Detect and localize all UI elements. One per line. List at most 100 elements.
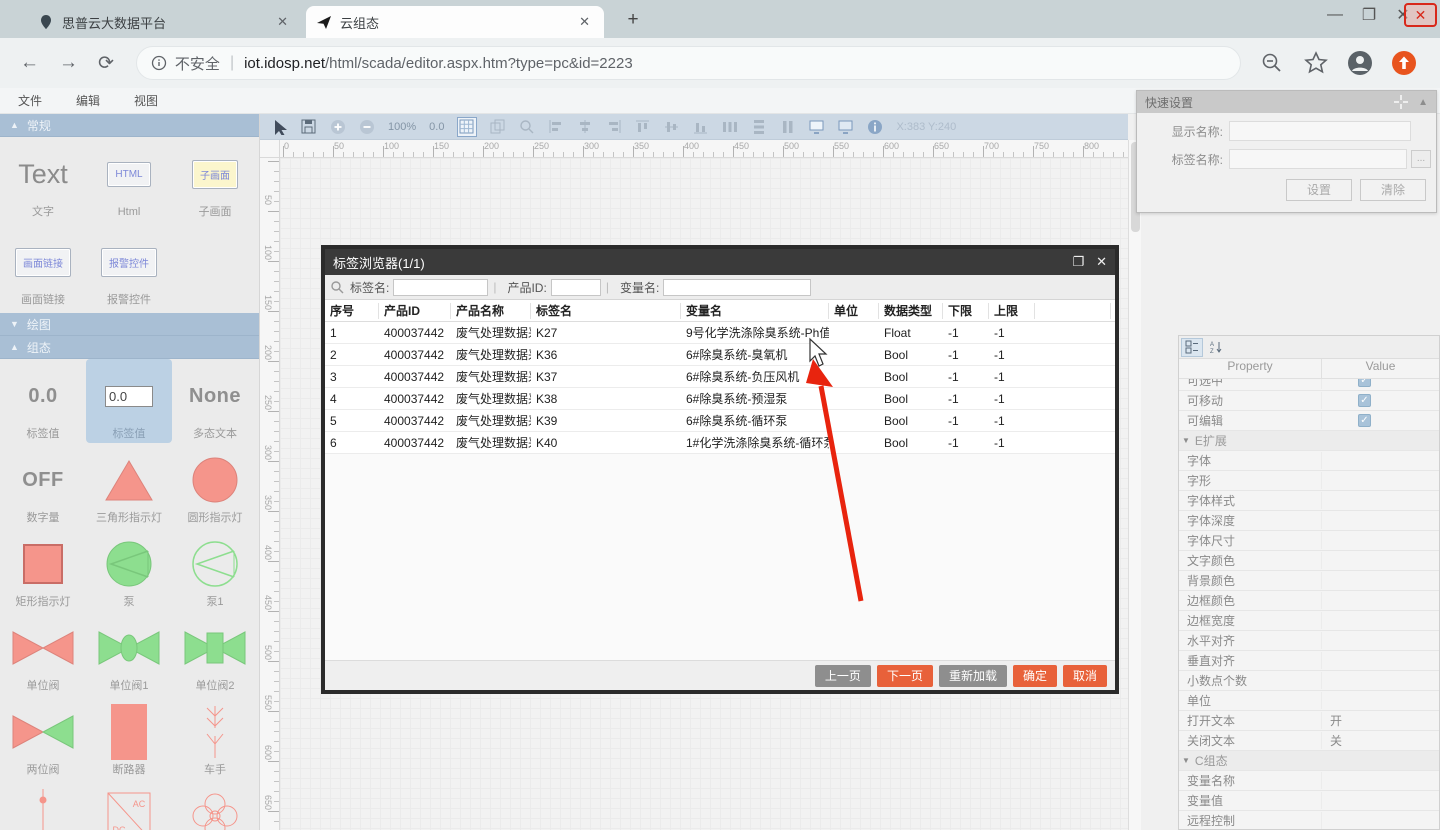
column-header[interactable]: 数据类型 <box>879 303 943 319</box>
palette-item-button[interactable]: 画面链接画面链接 <box>0 225 86 313</box>
palette-item-square[interactable]: 矩形指示灯 <box>0 527 86 611</box>
property-row[interactable]: 可编辑✓ <box>1179 411 1439 431</box>
menu-item-2[interactable]: 视图 <box>134 92 174 109</box>
property-row[interactable]: 文字颜色 <box>1179 551 1439 571</box>
pager-button[interactable]: 重新加载 <box>939 665 1007 687</box>
column-header[interactable]: 标签名 <box>531 303 681 319</box>
palette-item-text-md[interactable]: OFF数字量 <box>0 443 86 527</box>
palette-item-button[interactable]: HTMLHtml <box>86 137 172 225</box>
property-row[interactable]: 单位 <box>1179 691 1439 711</box>
palette-item-valve-red[interactable]: 单位阀 <box>0 611 86 695</box>
checkbox-icon[interactable]: ✓ <box>1358 394 1371 407</box>
pager-button[interactable]: 下一页 <box>877 665 933 687</box>
palette-item-button[interactable]: 报警控件报警控件 <box>86 225 172 313</box>
screen2-icon[interactable] <box>838 119 854 135</box>
palette-item-triangle[interactable]: 三角形指示灯 <box>86 443 172 527</box>
column-header[interactable]: 变量名 <box>681 303 829 319</box>
property-row[interactable]: 变量名称 <box>1179 771 1439 791</box>
cancel-button[interactable]: 取消 <box>1063 665 1107 687</box>
property-row[interactable]: ▼E扩展 <box>1179 431 1439 451</box>
tagname-filter-input[interactable] <box>393 279 488 296</box>
tag-name-input[interactable] <box>1229 149 1407 169</box>
palette-item-valve-green-ellipse[interactable]: 单位阀1 <box>86 611 172 695</box>
palette-item-driver[interactable]: 车手 <box>172 695 258 779</box>
palette-item-text-md[interactable]: 0.0标签值 <box>0 359 86 443</box>
property-row[interactable]: 背景颜色 <box>1179 571 1439 591</box>
screen-icon[interactable] <box>809 119 825 135</box>
menu-item-0[interactable]: 文件 <box>18 92 58 109</box>
column-header[interactable]: 产品名称 <box>451 303 531 319</box>
column-header[interactable]: 单位 <box>829 303 879 319</box>
dock-icon[interactable] <box>1394 95 1408 109</box>
palette-item-knife[interactable]: 刀闸 <box>0 779 86 830</box>
property-row[interactable]: 变量值 <box>1179 791 1439 811</box>
palette-item-valve-two[interactable]: 两位阀 <box>0 695 86 779</box>
url-omnibox[interactable]: 不安全 | iot.idosp.net/html/scada/editor.as… <box>136 46 1241 80</box>
grid-icon[interactable] <box>457 117 477 137</box>
table-row[interactable]: 1400037442废气处理数据采K279号化学洗涤除臭系统-Ph值Float-… <box>325 322 1115 344</box>
column-header[interactable]: 序号 <box>325 303 379 319</box>
reload-icon[interactable]: ⟳ <box>98 52 114 75</box>
property-row[interactable]: 垂直对齐 <box>1179 651 1439 671</box>
table-row[interactable]: 2400037442废气处理数据采K366#除臭系统-臭氧机Bool-1-1 <box>325 344 1115 366</box>
group-arrow-icon[interactable]: ▼ <box>1182 756 1190 765</box>
maximize-icon[interactable]: ❐ <box>1072 254 1084 270</box>
tab-close-icon[interactable]: ✕ <box>575 12 594 32</box>
section-header-general[interactable]: ▲常规 <box>0 114 259 137</box>
display-name-input[interactable] <box>1229 121 1411 141</box>
column-header[interactable]: 产品ID <box>379 303 451 319</box>
property-row[interactable]: 远程控制 <box>1179 811 1439 830</box>
window-minimize-button[interactable]: — <box>1318 0 1352 30</box>
property-row[interactable]: 关闭文本关 <box>1179 731 1439 751</box>
table-row[interactable]: 6400037442废气处理数据采K401#化学洗涤除臭系统-循环泵Bool-1… <box>325 432 1115 454</box>
property-row[interactable]: ▼C组态 <box>1179 751 1439 771</box>
property-row[interactable]: 可选中✓ <box>1179 379 1439 391</box>
column-header[interactable]: 上限 <box>989 303 1035 319</box>
property-value[interactable]: ✓ <box>1322 394 1439 407</box>
pager-button[interactable]: 上一页 <box>815 665 871 687</box>
cursor-icon[interactable] <box>272 119 288 135</box>
sort-az-icon[interactable]: AZ <box>1205 338 1227 357</box>
menu-item-1[interactable]: 编辑 <box>76 92 116 109</box>
new-tab-button[interactable]: + <box>620 8 646 34</box>
checkbox-icon[interactable]: ✓ <box>1358 379 1371 387</box>
group-arrow-icon[interactable]: ▼ <box>1182 436 1190 445</box>
checkbox-icon[interactable]: ✓ <box>1358 414 1371 427</box>
zoom-out-page-icon[interactable] <box>1259 50 1285 76</box>
palette-item-pump-outline[interactable]: 泵1 <box>172 527 258 611</box>
property-row[interactable]: 水平对齐 <box>1179 631 1439 651</box>
section-header-scada[interactable]: ▲组态 <box>0 336 259 359</box>
column-header[interactable] <box>1035 303 1111 319</box>
palette-item-text-lg[interactable]: Text文字 <box>0 137 86 225</box>
tab-cloud-scada[interactable]: 云组态 ✕ <box>306 6 604 38</box>
property-value[interactable]: 开 <box>1322 712 1439 729</box>
confirm-button[interactable]: 确定 <box>1013 665 1057 687</box>
canvas-scrollbar[interactable] <box>1128 140 1141 830</box>
property-value[interactable]: ✓ <box>1322 379 1439 387</box>
property-row[interactable]: 边框宽度 <box>1179 611 1439 631</box>
property-row[interactable]: 可移动✓ <box>1179 391 1439 411</box>
palette-item-tagval-box[interactable]: 0.0标签值 <box>86 359 172 443</box>
property-row[interactable]: 字体 <box>1179 451 1439 471</box>
quick-settings-header[interactable]: 快速设置 ▲ <box>1137 91 1436 113</box>
palette-item-circle[interactable]: 圆形指示灯 <box>172 443 258 527</box>
clear-button[interactable]: 清除 <box>1360 179 1426 201</box>
forward-icon[interactable]: → <box>59 52 78 74</box>
bookmark-star-icon[interactable] <box>1303 50 1329 76</box>
tab-siliconcloud[interactable]: 思普云大数据平台 ✕ <box>28 6 302 38</box>
property-row[interactable]: 小数点个数 <box>1179 671 1439 691</box>
palette-item-breaker[interactable]: 断路器 <box>86 695 172 779</box>
browser-update-icon[interactable] <box>1391 50 1417 76</box>
section-header-drawing[interactable]: ▼绘图 <box>0 313 259 336</box>
tab-close-icon[interactable]: ✕ <box>273 12 292 32</box>
table-row[interactable]: 3400037442废气处理数据采K376#除臭系统-负压风机Bool-1-1 <box>325 366 1115 388</box>
property-value[interactable]: 关 <box>1322 732 1439 749</box>
palette-item-inverter[interactable]: ACDC逆变器 <box>86 779 172 830</box>
palette-item-text-md[interactable]: None多态文本 <box>172 359 258 443</box>
zoom-out-icon[interactable] <box>359 119 375 135</box>
varname-filter-input[interactable] <box>663 279 811 296</box>
categorize-icon[interactable] <box>1181 338 1203 357</box>
productid-filter-input[interactable] <box>551 279 601 296</box>
apply-button[interactable]: 设置 <box>1286 179 1352 201</box>
table-row[interactable]: 5400037442废气处理数据采K396#除臭系统-循环泵Bool-1-1 <box>325 410 1115 432</box>
